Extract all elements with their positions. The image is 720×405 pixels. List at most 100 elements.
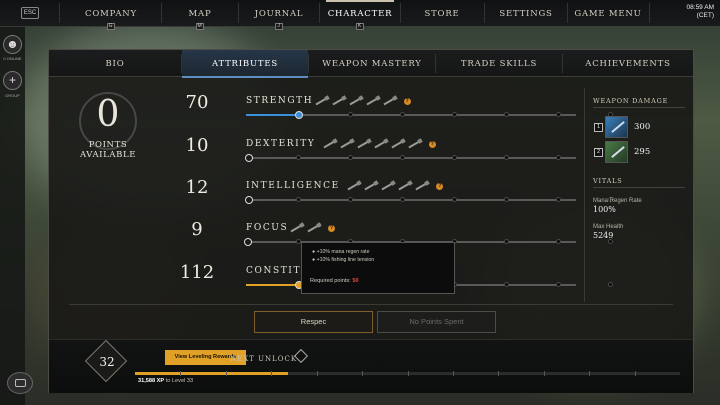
weapon-slot-1[interactable] [605,116,628,138]
threshold-node[interactable] [504,282,509,287]
help-icon[interactable]: ? [328,225,335,232]
focus-tooltip: ● +10% mana regen rate ● +10% fishing li… [301,242,455,294]
no-points-spent-button[interactable]: No Points Spent [377,311,496,333]
attribute-slider-handle-dexterity[interactable] [245,154,254,162]
threshold-node[interactable] [452,197,457,202]
group-label: GROUP [5,93,20,98]
xp-segment-tick [589,371,591,376]
subtab-weapon-mastery[interactable]: WEAPON MASTERY [309,50,435,77]
vitals-title: VITALS [593,177,623,185]
stats-column: WEAPON DAMAGE 1 300 2 295 VITALS Mana Re… [584,88,692,302]
threshold-node[interactable] [504,197,509,202]
tab-map-label: MAP [188,9,212,19]
subtab-trade-skills[interactable]: TRADE SKILLS [436,50,562,77]
top-navigation-bar: ESC COMPANY G MAP M JOURNAL J CHARACTER … [0,0,720,30]
chat-icon [15,379,26,387]
threshold-node[interactable] [296,155,301,160]
weapon-icon [366,96,380,106]
threshold-node[interactable] [556,282,561,287]
chat-button[interactable] [7,372,33,394]
subtab-achievements[interactable]: ACHIEVEMENTS [563,50,693,77]
weapon-icon [364,181,378,191]
online-count: 0 ONLINE [3,56,22,61]
tab-character[interactable]: CHARACTER K [320,0,400,30]
subtab-attributes-label: ATTRIBUTES [211,59,279,69]
attribute-fill-strength [246,114,299,116]
max-health-value: 5249 [593,231,614,240]
threshold-node[interactable] [400,112,405,117]
subtab-attributes[interactable]: ATTRIBUTES [182,50,308,78]
weapon-slot-1-damage: 300 [634,122,651,132]
threshold-node[interactable] [452,155,457,160]
threshold-node[interactable] [556,239,561,244]
threshold-node[interactable] [504,239,509,244]
threshold-node[interactable] [348,155,353,160]
threshold-node[interactable] [348,112,353,117]
attribute-value-dexterity: 10 [185,135,209,156]
threshold-node[interactable] [556,155,561,160]
weapon-slot-2[interactable] [605,141,628,163]
group-button[interactable]: + [3,71,22,90]
tab-settings-label: SETTINGS [499,9,553,19]
xp-suffix: to Level 33 [165,378,194,384]
tab-journal[interactable]: JOURNAL J [239,0,319,30]
section-divider [593,107,685,108]
threshold-node[interactable] [452,112,457,117]
mana-regen-label: Mana Regen Rate [593,198,642,204]
tooltip-bonus-2: ● +10% fishing line tension [312,257,375,263]
threshold-node[interactable] [556,197,561,202]
xp-segment-tick [180,371,182,376]
points-available-value: 0 [96,94,120,135]
respec-button[interactable]: Respec [254,311,373,333]
character-sub-tabs: BIO ATTRIBUTES WEAPON MASTERY TRADE SKIL… [49,50,693,78]
great-axe-icon [611,146,625,158]
tooltip-required-label: Required points: [310,278,351,284]
tab-store-label: STORE [424,9,460,19]
clock: 08:59 AM (CET) [687,4,714,20]
tab-store[interactable]: STORE [401,0,483,27]
attribute-name-constit: CONSTIT [246,266,302,276]
weapon-slot-2-number: 2 [594,148,603,157]
tab-game-menu-label: GAME MENU [574,9,642,19]
threshold-node[interactable] [556,112,561,117]
attribute-fill-constit [246,284,299,286]
tab-settings[interactable]: SETTINGS [485,0,567,27]
attribute-slider-handle-strength[interactable] [294,111,303,119]
xp-progress-bar [135,371,680,376]
tooltip-required-points: Required points: 50 [310,278,359,284]
friends-button[interactable]: ☻ [3,35,22,54]
subtab-weapon-mastery-label: WEAPON MASTERY [322,59,422,69]
level-progress-strip: 32 View Leveling Rewards NEXT UNLOCK 31,… [49,339,693,393]
tab-character-hotkey: K [356,23,364,30]
section-divider [593,187,685,188]
threshold-node[interactable] [296,197,301,202]
help-icon[interactable]: ? [403,98,411,105]
threshold-node[interactable] [400,155,405,160]
tab-game-menu[interactable]: GAME MENU [568,0,648,27]
weapon-icon [415,181,429,191]
tab-journal-hotkey: J [275,23,283,30]
left-social-rail: ☻ 0 ONLINE + GROUP [0,27,25,405]
plus-icon: + [8,73,16,87]
attribute-value-strength: 70 [185,92,209,113]
attribute-slider-handle-focus[interactable] [244,238,252,246]
weapon-icon [340,139,354,149]
subtab-bio[interactable]: BIO [49,50,181,77]
tab-company[interactable]: COMPANY G [62,0,160,30]
tab-map[interactable]: MAP M [162,0,238,30]
threshold-node[interactable] [504,112,509,117]
help-icon[interactable]: ? [436,183,444,190]
threshold-node[interactable] [504,155,509,160]
threshold-node[interactable] [348,197,353,202]
weapon-icon [383,96,397,106]
threshold-node[interactable] [400,197,405,202]
esc-button[interactable]: ESC [21,7,39,19]
nav-divider [59,3,60,23]
help-icon[interactable]: ? [428,141,436,148]
weapon-icon [307,223,321,233]
xp-segment-tick [634,371,636,376]
weapon-icon [347,181,361,191]
attribute-slider-handle-intelligence[interactable] [245,196,254,204]
clock-timezone: (CET) [696,12,714,19]
xp-amount: 31,588 XP [138,378,165,384]
